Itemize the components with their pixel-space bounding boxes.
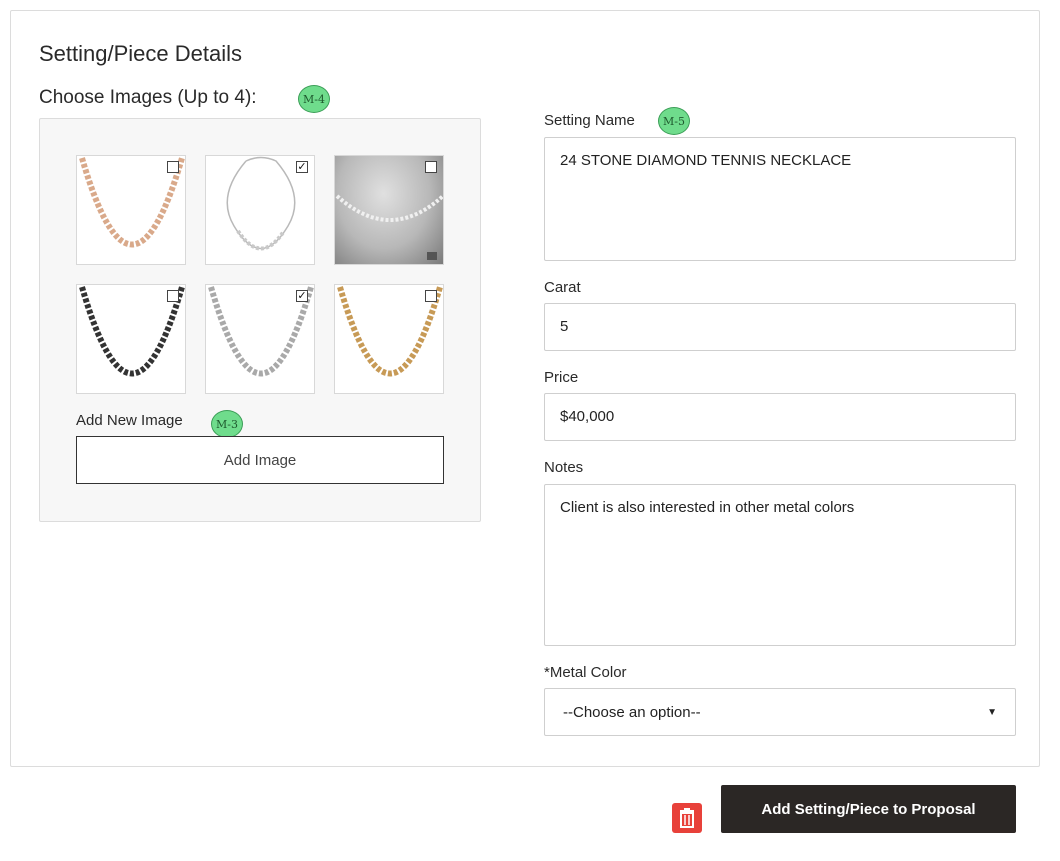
image-checkbox-5[interactable]: ✓: [296, 290, 308, 302]
image-thumbnail-5[interactable]: ✓: [205, 284, 315, 394]
image-thumbnail-6[interactable]: [334, 284, 444, 394]
image-checkbox-3[interactable]: [425, 161, 437, 173]
image-thumbnail-3[interactable]: [334, 155, 444, 265]
image-checkbox-6[interactable]: [425, 290, 437, 302]
price-label: Price: [544, 369, 579, 386]
carat-input[interactable]: 5: [544, 303, 1016, 351]
marker-m5: M-5: [658, 107, 690, 135]
image-picker-box: ✓ ✓ Add New Image M-3 Add Image: [39, 118, 481, 522]
notes-label: Notes: [544, 459, 584, 476]
choose-images-label: Choose Images (Up to 4):: [39, 87, 257, 108]
section-title: Setting/Piece Details: [39, 41, 242, 66]
image-checkbox-2[interactable]: ✓: [296, 161, 308, 173]
notes-textarea[interactable]: Client is also interested in other metal…: [544, 484, 1016, 646]
add-new-image-label: Add New Image: [76, 412, 183, 429]
price-input[interactable]: $40,000: [544, 393, 1016, 441]
image-thumbnail-2[interactable]: ✓: [205, 155, 315, 265]
image-checkbox-1[interactable]: [167, 161, 179, 173]
image-thumbnail-1[interactable]: [76, 155, 186, 265]
metal-color-label: *Metal Color: [544, 664, 627, 681]
trash-icon[interactable]: [672, 803, 702, 833]
marker-m4: M-4: [298, 85, 330, 113]
carat-label: Carat: [544, 279, 581, 296]
setting-piece-panel: Setting/Piece Details Choose Images (Up …: [10, 10, 1040, 767]
add-to-proposal-button[interactable]: Add Setting/Piece to Proposal: [721, 785, 1016, 833]
image-checkbox-4[interactable]: [167, 290, 179, 302]
chevron-down-icon: ▼: [987, 706, 997, 718]
add-image-button[interactable]: Add Image: [76, 436, 444, 484]
trash-glyph: [680, 808, 694, 828]
setting-name-textarea[interactable]: 24 STONE DIAMOND TENNIS NECKLACE: [544, 137, 1016, 261]
image-thumbnail-4[interactable]: [76, 284, 186, 394]
setting-name-label: Setting Name: [544, 112, 635, 129]
marker-m3: M-3: [211, 410, 243, 438]
metal-color-select[interactable]: --Choose an option-- ▼: [544, 688, 1016, 736]
metal-color-selected: --Choose an option--: [563, 703, 701, 721]
